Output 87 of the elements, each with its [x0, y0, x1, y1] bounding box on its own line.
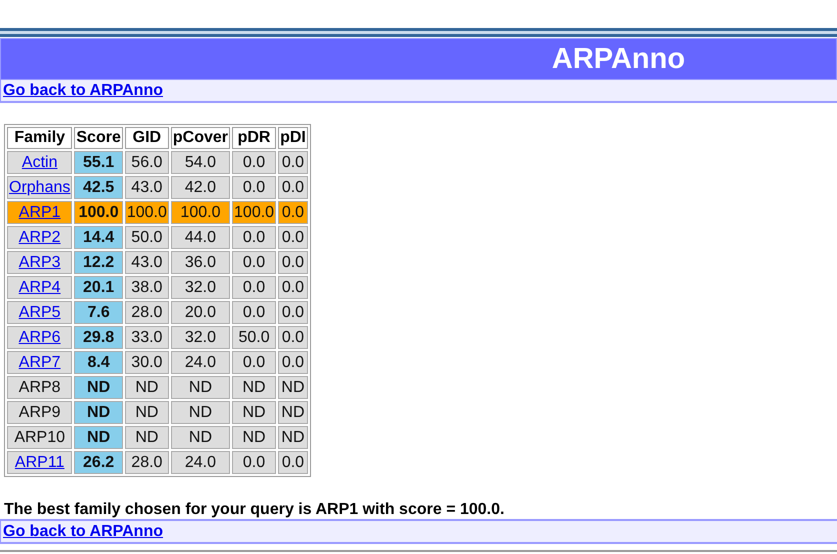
- family-link[interactable]: ARP1: [18, 204, 61, 220]
- table-cell: 54.0: [170, 151, 230, 174]
- table-cell: 30.0: [124, 351, 169, 374]
- column-header: pDR: [232, 127, 276, 149]
- table-cell: 28.0: [124, 451, 169, 474]
- page-title: ARPAnno: [552, 42, 686, 76]
- table-cell: 50.0: [232, 326, 276, 349]
- back-link[interactable]: Go back to ARPAnno: [3, 522, 163, 540]
- family-link[interactable]: ARP3: [18, 254, 61, 270]
- family-link[interactable]: ARP7: [18, 354, 61, 370]
- table-cell: 43.0: [124, 251, 169, 274]
- table-cell: 0.0: [278, 201, 308, 224]
- table-cell: 0.0: [278, 226, 308, 249]
- table-cell: 29.8: [74, 326, 123, 349]
- family-name: ARP9: [18, 404, 61, 420]
- table-cell: 8.4: [74, 351, 123, 374]
- table-cell: 100.0: [170, 201, 230, 224]
- table-cell: 20.1: [74, 276, 123, 299]
- table-cell: 42.5: [74, 176, 123, 199]
- table-cell: 36.0: [170, 251, 230, 274]
- column-header: Family: [7, 127, 72, 149]
- table-cell: 0.0: [232, 451, 276, 474]
- table-cell: ND: [74, 376, 123, 399]
- table-cell: ND: [170, 401, 230, 424]
- table-cell: 55.1: [74, 151, 123, 174]
- table-cell: ND: [170, 376, 230, 399]
- table-cell: 0.0: [278, 351, 308, 374]
- table-cell: 0.0: [232, 301, 276, 324]
- table-cell: 0.0: [278, 276, 308, 299]
- table-cell: ND: [124, 401, 169, 424]
- family-name: ARP8: [18, 378, 61, 396]
- table-cell: 0.0: [278, 151, 308, 174]
- table-cell: 43.0: [124, 176, 169, 199]
- table-cell: 24.0: [170, 451, 230, 474]
- table-cell: 56.0: [124, 151, 169, 174]
- table-cell: 33.0: [124, 326, 169, 349]
- table-cell: ND: [74, 401, 123, 424]
- family-link[interactable]: ARP2: [18, 228, 61, 246]
- table-cell: 20.0: [170, 301, 230, 324]
- table-cell: ND: [232, 376, 276, 399]
- table-cell: 24.0: [170, 351, 230, 374]
- table-cell: 12.2: [74, 251, 123, 274]
- table-cell: 0.0: [278, 326, 308, 349]
- column-header: GID: [124, 127, 169, 149]
- table-cell: ND: [170, 426, 230, 449]
- family-link[interactable]: Actin: [22, 154, 58, 170]
- table-cell: 26.2: [74, 451, 123, 474]
- table-cell: 0.0: [232, 226, 276, 249]
- family-link[interactable]: ARP11: [14, 454, 64, 470]
- table-cell: ND: [278, 401, 308, 424]
- table-cell: 0.0: [232, 351, 276, 374]
- family-link[interactable]: ARP4: [18, 278, 61, 296]
- table-cell: 32.0: [170, 276, 230, 299]
- table-cell: 44.0: [170, 226, 230, 249]
- table-cell: 0.0: [278, 301, 308, 324]
- table-cell: ND: [124, 376, 169, 399]
- table-cell: ND: [232, 401, 276, 424]
- table-cell: 0.0: [232, 276, 276, 299]
- family-link[interactable]: ARP6: [18, 328, 61, 346]
- table-cell: 7.6: [74, 301, 123, 324]
- table-cell: 0.0: [232, 176, 276, 199]
- family-link[interactable]: Orphans: [9, 178, 70, 196]
- table-cell: 28.0: [124, 301, 169, 324]
- table-cell: 100.0: [124, 201, 169, 224]
- table-cell: ND: [232, 426, 276, 449]
- column-header: pCover: [170, 127, 230, 149]
- table-cell: 0.0: [232, 151, 276, 174]
- table-cell: ND: [278, 376, 308, 399]
- table-cell: 0.0: [278, 451, 308, 474]
- column-header: pDI: [278, 127, 308, 149]
- table-cell: 14.4: [74, 226, 123, 249]
- back-link[interactable]: Go back to ARPAnno: [3, 82, 163, 100]
- table-cell: 32.0: [170, 326, 230, 349]
- table-cell: 42.0: [170, 176, 230, 199]
- family-name: ARP10: [14, 428, 66, 446]
- table-cell: 100.0: [74, 201, 123, 224]
- table-cell: 50.0: [124, 226, 169, 249]
- table-cell: 0.0: [278, 176, 308, 199]
- table-cell: ND: [124, 426, 169, 449]
- table-cell: ND: [278, 426, 308, 449]
- table-cell: 0.0: [232, 251, 276, 274]
- family-link[interactable]: ARP5: [18, 304, 61, 320]
- table-cell: 38.0: [124, 276, 169, 299]
- column-header: Score: [74, 127, 123, 149]
- table-cell: 0.0: [278, 251, 308, 274]
- table-cell: 100.0: [232, 201, 276, 224]
- table-cell: ND: [74, 426, 123, 449]
